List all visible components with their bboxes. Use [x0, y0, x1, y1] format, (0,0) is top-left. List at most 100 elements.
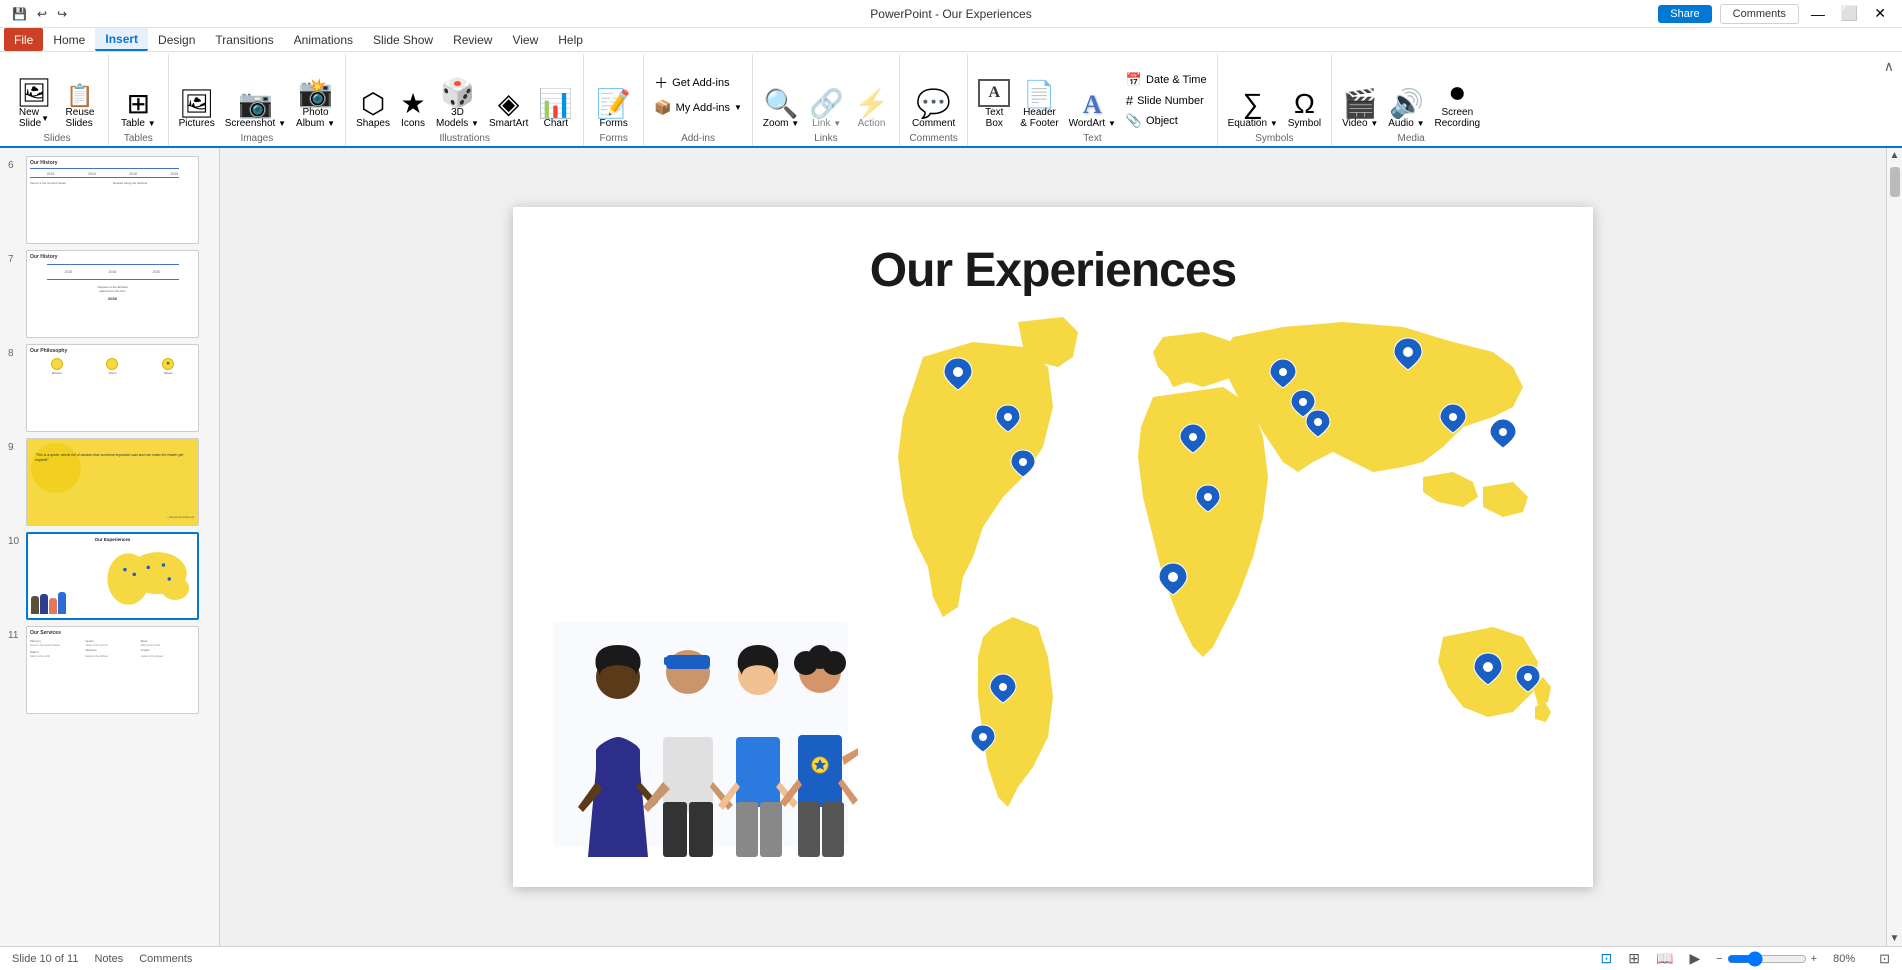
scroll-up-btn[interactable]: ▲ — [1890, 150, 1900, 161]
tables-group-label: Tables — [115, 131, 162, 146]
symbols-group-label: Symbols — [1224, 131, 1326, 146]
ribbon-collapse-button[interactable]: ∧ — [1880, 56, 1898, 77]
scroll-thumb[interactable] — [1890, 167, 1900, 197]
canvas-area: Our Experiences — [220, 148, 1886, 946]
ribbon-group-media: 🎬 Video ▼ 🔊 Audio ▼ ⏺ ScreenRecording Me… — [1332, 54, 1490, 146]
slide-number-8: 8 — [8, 348, 22, 359]
menu-animations[interactable]: Animations — [284, 28, 363, 51]
pictures-button[interactable]: 🖼 Pictures — [175, 88, 219, 131]
ribbon-group-links: 🔍 Zoom ▼ 🔗 Link ▼ ⚡ Action Links — [753, 54, 900, 146]
screen-recording-button[interactable]: ⏺ ScreenRecording — [1431, 77, 1485, 131]
images-group-label: Images — [175, 131, 339, 146]
slide-number-button[interactable]: # Slide Number — [1122, 91, 1211, 110]
zoom-level: 80% — [1833, 953, 1863, 965]
maximize-btn[interactable]: ⬜ — [1837, 5, 1862, 22]
photo-album-button[interactable]: 📸 PhotoAlbum ▼ — [292, 77, 339, 131]
quick-access-redo[interactable]: ↪ — [57, 7, 67, 21]
text-box-button[interactable]: A TextBox — [974, 77, 1014, 131]
forms-group-label: Forms — [590, 131, 637, 146]
my-addins-button[interactable]: 📦 My Add-ins ▼ — [650, 97, 746, 118]
links-group-label: Links — [759, 131, 893, 146]
new-slide-button[interactable]: 🖼 NewSlide ▼ — [12, 77, 56, 131]
minimize-btn[interactable]: — — [1807, 6, 1829, 22]
ribbon-group-tables: ⊞ Table ▼ Tables — [109, 54, 169, 146]
menu-slideshow[interactable]: Slide Show — [363, 28, 443, 51]
zoom-slider[interactable]: − + — [1716, 951, 1817, 967]
date-time-button[interactable]: 📅 Date & Time — [1122, 70, 1211, 90]
comment-button[interactable]: 💬 Comment — [906, 88, 961, 131]
table-button[interactable]: ⊞ Table ▼ — [115, 88, 162, 131]
menu-help[interactable]: Help — [548, 28, 593, 51]
slide-sorter-btn[interactable]: ⊞ — [1628, 950, 1640, 967]
equation-button[interactable]: ∑ Equation ▼ — [1224, 88, 1282, 131]
wordart-button[interactable]: A WordArt ▼ — [1065, 90, 1120, 131]
slide-thumb-8[interactable]: Our Philosophy Mission Vision ✕ Values — [26, 344, 199, 432]
quick-access-save[interactable]: 💾 — [12, 7, 27, 21]
video-button[interactable]: 🎬 Video ▼ — [1338, 88, 1382, 131]
reuse-slides-button[interactable]: 📋 ReuseSlides — [58, 83, 102, 131]
comments-group-label: Comments — [906, 131, 961, 146]
screenshot-button[interactable]: 📷 Screenshot ▼ — [221, 88, 290, 131]
zoom-range-input[interactable] — [1727, 951, 1807, 967]
action-button[interactable]: ⚡ Action — [850, 88, 893, 131]
reading-view-btn[interactable]: 📖 — [1656, 950, 1673, 967]
ribbon-group-illustrations: ⬡ Shapes ★ Icons 🎲 3DModels ▼ ◈ SmartArt… — [346, 54, 584, 146]
close-btn[interactable]: ✕ — [1870, 5, 1890, 22]
quick-access-undo[interactable]: ↩ — [37, 7, 47, 21]
icons-button[interactable]: ★ Icons — [396, 88, 430, 131]
slide-panel: 6 Our History 2015201620182020 Venus is … — [0, 148, 220, 946]
slide-number-10: 10 — [8, 536, 22, 547]
share-button[interactable]: Share — [1658, 5, 1711, 23]
text-group-label: Text — [974, 131, 1210, 146]
slide-number-7: 7 — [8, 254, 22, 265]
menu-view[interactable]: View — [502, 28, 548, 51]
symbol-button[interactable]: Ω Symbol — [1284, 88, 1325, 131]
menu-home[interactable]: Home — [43, 28, 95, 51]
link-button[interactable]: 🔗 Link ▼ — [805, 88, 848, 131]
menu-transitions[interactable]: Transitions — [205, 28, 283, 51]
comments-button[interactable]: Comments — [1720, 4, 1799, 24]
title-bar-title: PowerPoint - Our Experiences — [870, 7, 1031, 21]
slideshow-btn[interactable]: ▶ — [1689, 950, 1700, 967]
scroll-down-btn[interactable]: ▼ — [1890, 933, 1900, 944]
notes-button[interactable]: Notes — [94, 953, 123, 965]
zoom-button[interactable]: 🔍 Zoom ▼ — [759, 88, 803, 131]
addins-group-label: Add-ins — [650, 131, 746, 146]
ribbon-group-symbols: ∑ Equation ▼ Ω Symbol Symbols — [1218, 54, 1333, 146]
slide-thumb-7[interactable]: Our History 201520182020 Neptune is the … — [26, 250, 199, 338]
slide-thumb-6[interactable]: Our History 2015201620182020 Venus is th… — [26, 156, 199, 244]
fit-slide-button[interactable]: ⊡ — [1879, 951, 1890, 967]
normal-view-btn[interactable]: ⊡ — [1601, 950, 1613, 967]
ribbon-group-images: 🖼 Pictures 📷 Screenshot ▼ 📸 PhotoAlbum ▼… — [169, 54, 346, 146]
chart-button[interactable]: 📊 Chart — [534, 88, 577, 131]
slide-canvas[interactable]: Our Experiences — [513, 207, 1593, 887]
forms-button[interactable]: 📝 Forms — [590, 88, 637, 131]
slide-number-11: 11 — [8, 630, 22, 641]
menu-design[interactable]: Design — [148, 28, 205, 51]
media-group-label: Media — [1338, 131, 1484, 146]
comments-status-button[interactable]: Comments — [139, 953, 192, 965]
ribbon-group-slides: 🖼 NewSlide ▼ 📋 ReuseSlides Slides — [6, 54, 109, 146]
shapes-button[interactable]: ⬡ Shapes — [352, 88, 394, 131]
ribbon-group-forms: 📝 Forms Forms — [584, 54, 644, 146]
slide-number-6: 6 — [8, 160, 22, 171]
slides-group-label: Slides — [12, 131, 102, 146]
smartart-button[interactable]: ◈ SmartArt — [485, 88, 532, 131]
menu-file[interactable]: File — [4, 28, 43, 51]
menu-review[interactable]: Review — [443, 28, 502, 51]
audio-button[interactable]: 🔊 Audio ▼ — [1384, 88, 1428, 131]
slide-title: Our Experiences — [513, 207, 1593, 298]
ribbon-group-addins: ＋ Get Add-ins 📦 My Add-ins ▼ Add-ins — [644, 54, 753, 146]
slide-thumb-11[interactable]: Our Services MercuryVenusMars Venus is t… — [26, 626, 199, 714]
people-illustration — [548, 617, 858, 857]
3d-models-button[interactable]: 🎲 3DModels ▼ — [432, 77, 483, 131]
get-addins-button[interactable]: ＋ Get Add-ins — [650, 71, 746, 95]
object-button[interactable]: 📎 Object — [1122, 111, 1211, 131]
slide-info: Slide 10 of 11 — [12, 953, 78, 965]
header-footer-button[interactable]: 📄 Header& Footer — [1016, 79, 1062, 131]
right-panel: ▲ ▼ — [1886, 148, 1902, 946]
slide-thumb-9[interactable]: "This is a quote, words full of wisdom t… — [26, 438, 199, 526]
menu-insert[interactable]: Insert — [95, 28, 148, 51]
ribbon-group-text: A TextBox 📄 Header& Footer A WordArt ▼ 📅… — [968, 54, 1217, 146]
slide-thumb-10[interactable]: Our Experiences — [26, 532, 199, 620]
